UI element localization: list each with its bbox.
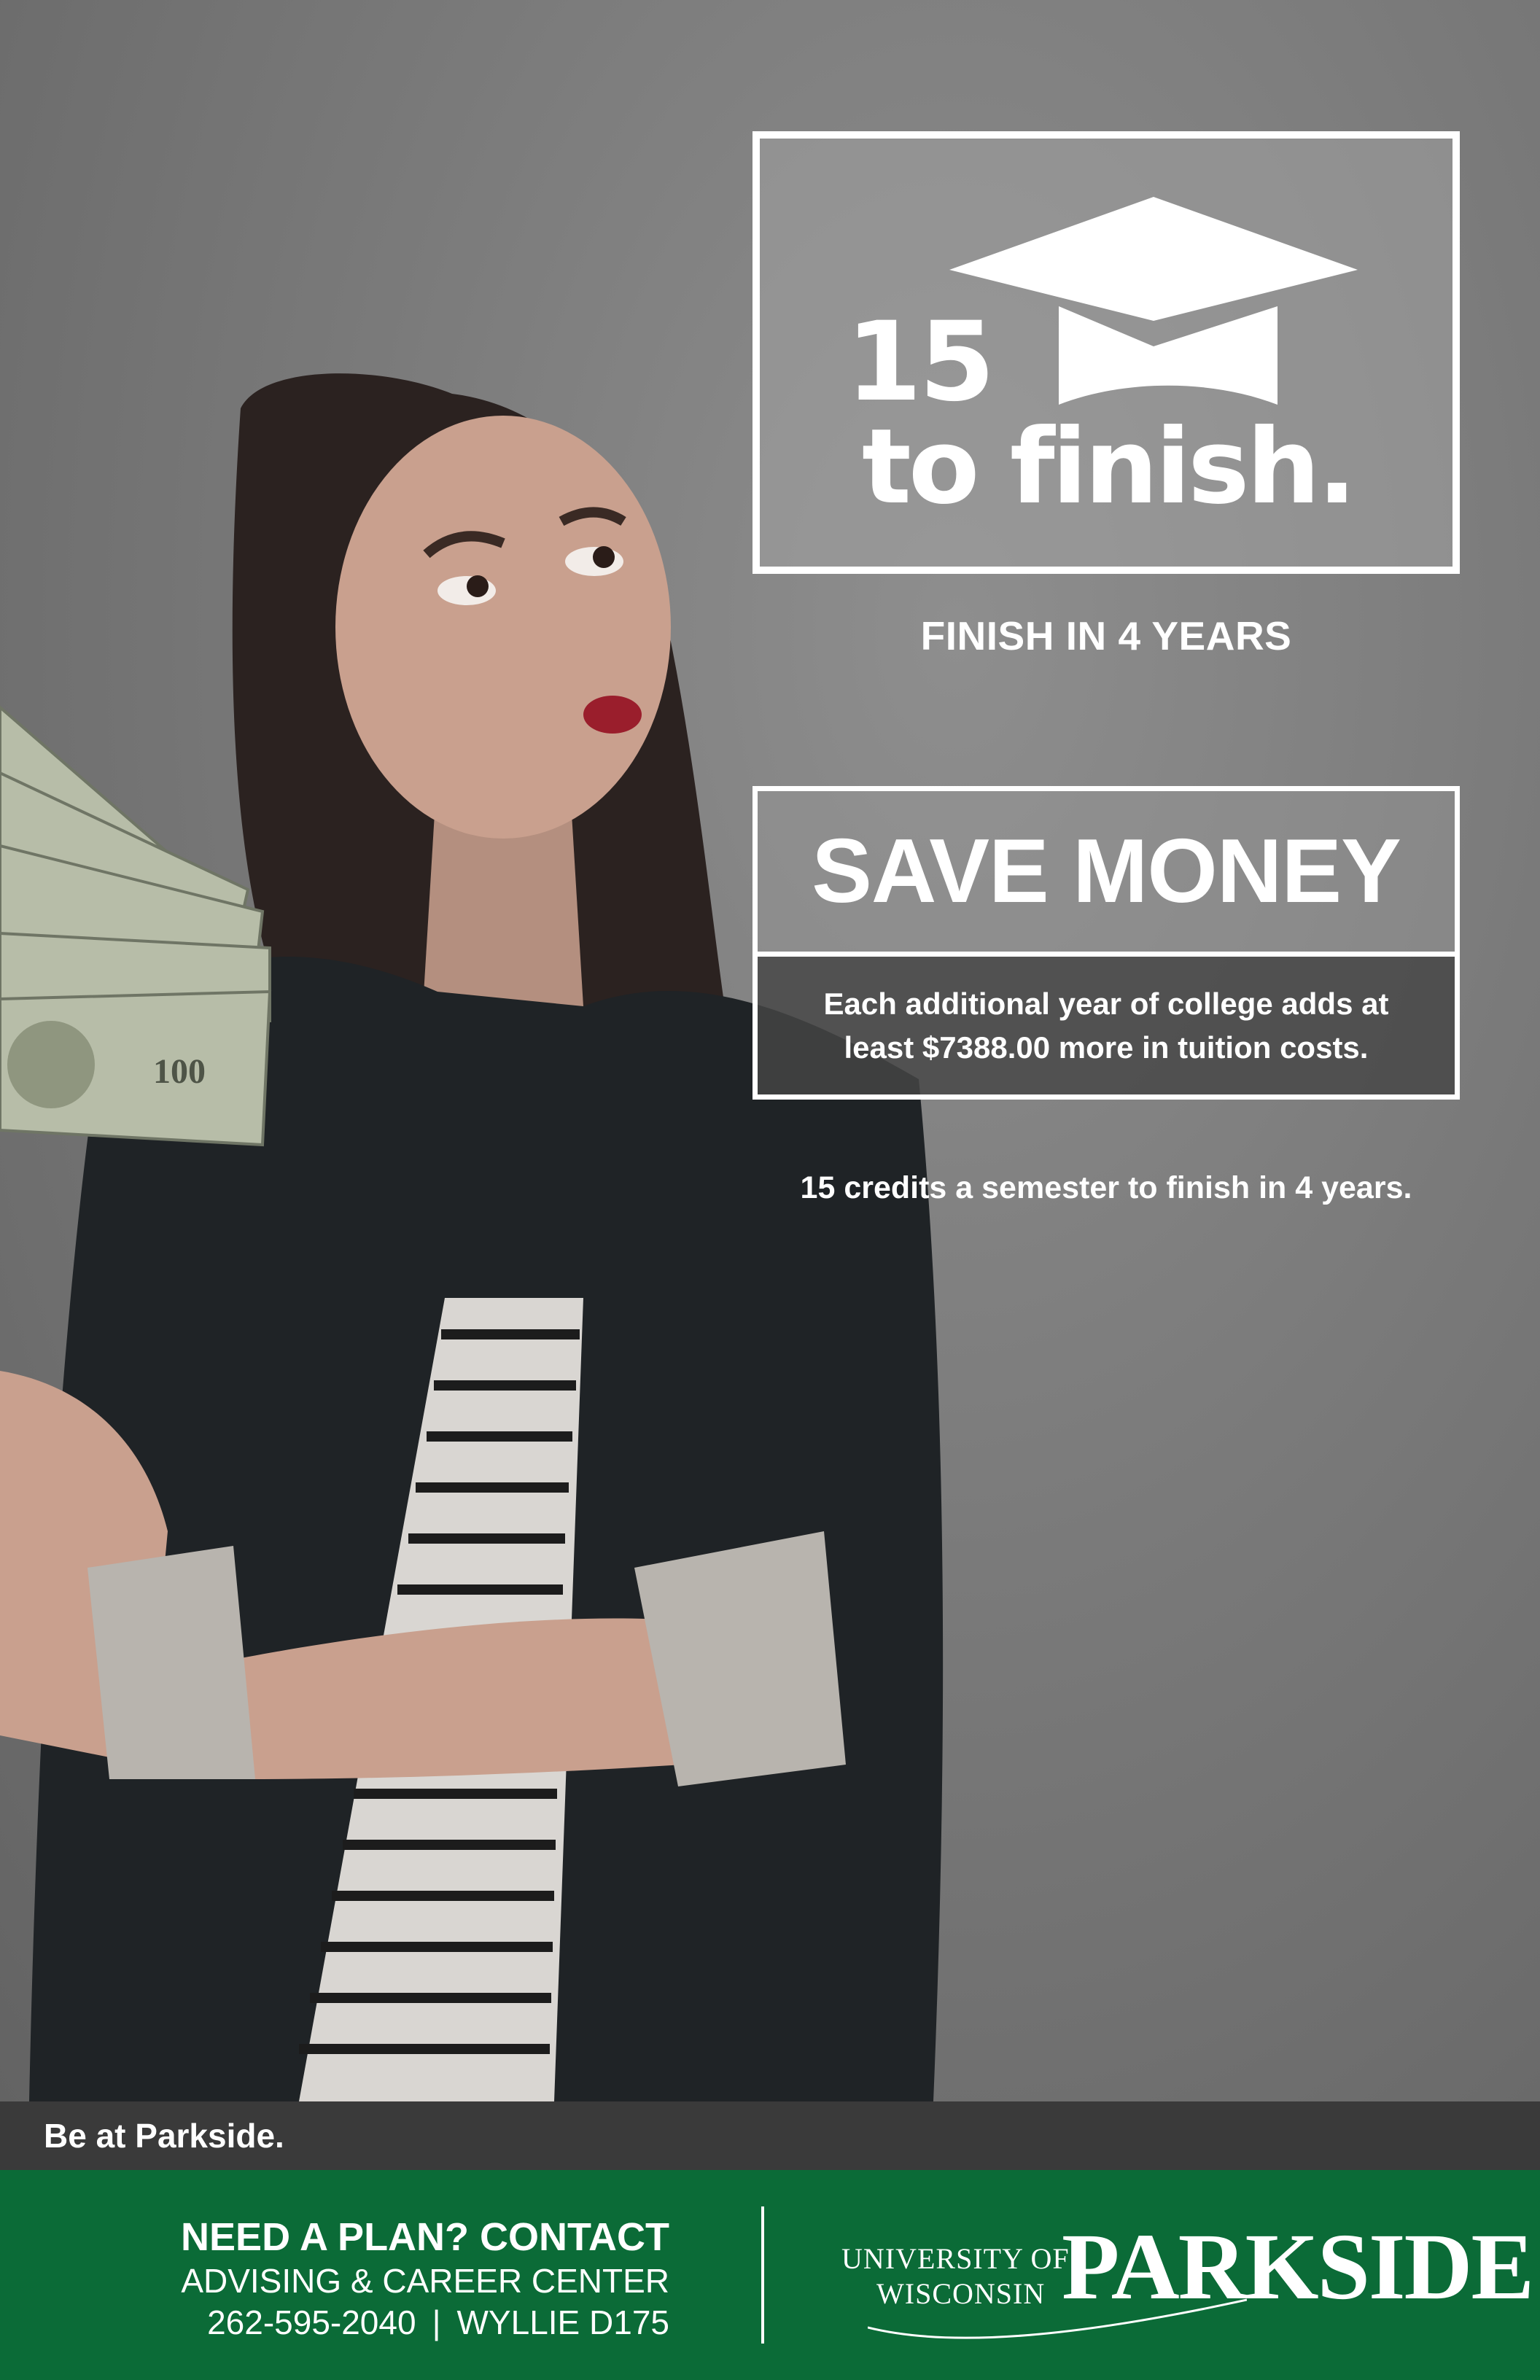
svg-text:100: 100: [153, 1052, 206, 1091]
poster: 100 15 to finish. FINISH IN 4 YEARS SAVE…: [0, 0, 1540, 2380]
contact-details: 262-595-2040 | WYLLIE D175: [13, 2301, 669, 2344]
uw-parkside-logo: UNIVERSITY OF WISCONSIN PARKSIDE: [839, 2212, 1534, 2339]
tuition-line-2: least $7388.00 more in tuition costs.: [844, 1030, 1369, 1065]
contact-department: ADVISING & CAREER CENTER: [181, 2262, 669, 2300]
brand-name: PARKSIDE: [1062, 2214, 1534, 2319]
contact-heading: NEED A PLAN? CONTACT: [181, 2215, 669, 2259]
contact-location: WYLLIE D175: [456, 2303, 669, 2341]
fifteen-to-finish-logo: 15 to finish.: [752, 131, 1460, 574]
headline: FINISH IN 4 YEARS: [920, 613, 1292, 658]
save-money-title: SAVE MONEY: [758, 791, 1455, 957]
brand-university: UNIVERSITY OF: [841, 2242, 1070, 2275]
logo-text: to finish.: [862, 407, 1357, 527]
contact-phone: 262-595-2040: [207, 2303, 416, 2341]
footer: NEED A PLAN? CONTACT ADVISING & CAREER C…: [0, 2170, 1540, 2380]
contact-separator: |: [432, 2303, 441, 2341]
graduation-cap-icon: [949, 197, 1358, 405]
tagline-bar: Be at Parkside.: [0, 2101, 1540, 2170]
footer-divider: [761, 2206, 764, 2344]
contact-block: NEED A PLAN? CONTACT ADVISING & CAREER C…: [13, 2214, 669, 2344]
credits-statement: 15 credits a semester to finish in 4 yea…: [800, 1170, 1412, 1205]
save-money-box: SAVE MONEY Each additional year of colle…: [752, 786, 1460, 1100]
tuition-line-1: Each additional year of college adds at: [823, 986, 1389, 1021]
tuition-cost-note: Each additional year of college adds at …: [758, 957, 1455, 1094]
tagline: Be at Parkside.: [44, 2117, 284, 2155]
logo-number: 15: [846, 299, 995, 426]
